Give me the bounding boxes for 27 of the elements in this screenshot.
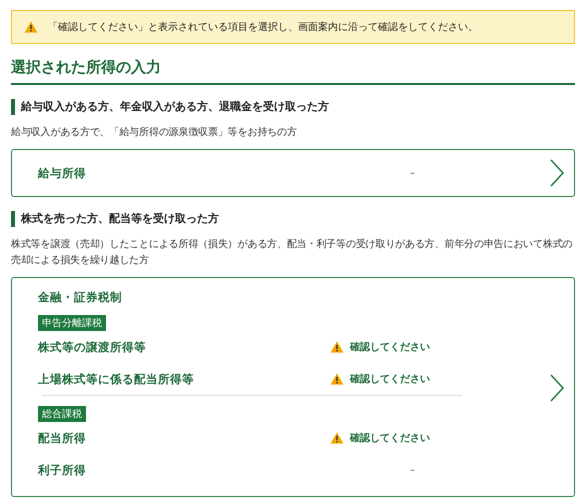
alert-text: 「確認してください」と表示されている項目を選択し、画面案内に沿って確認をしてください。 xyxy=(48,20,478,34)
card-title: 金融・証券税制 xyxy=(38,290,123,305)
income-label: 株式等の譲渡所得等 xyxy=(38,340,147,354)
chevron-right-icon xyxy=(550,374,564,402)
status-text: – xyxy=(410,464,415,476)
income-card[interactable]: 給与所得 – xyxy=(11,149,575,197)
section-heading: 株式を売った方、配当等を受け取った方 xyxy=(11,211,575,227)
warning-icon xyxy=(24,21,38,33)
section-description: 給与収入がある方で、「給与所得の源泉徴収票」等をお持ちの方 xyxy=(11,126,298,140)
section-heading: 給与収入がある方、年金収入がある方、退職金を受け取った方 xyxy=(11,99,575,115)
chevron-right-icon xyxy=(550,159,564,187)
tax-tag: 総合課税 xyxy=(38,406,86,422)
income-label: 給与所得 xyxy=(38,166,87,180)
income-card[interactable]: 金融・証券税制 申告分離課税 株式等の譲渡所得等 確認してください 上場株式等に係る配当所得等 確認してください 総合課税 配当所得 確認してください 利子所得 – xyxy=(11,277,575,497)
status-text: 確認してください xyxy=(350,432,430,445)
income-label: 利子所得 xyxy=(38,462,87,478)
income-label: 配当所得 xyxy=(38,430,87,446)
warning-icon xyxy=(330,432,344,444)
tax-tag: 申告分離課税 xyxy=(38,315,106,331)
section-description: 株式等を譲渡（売却）したことによる所得（損失）がある方、配当・利子等の受け取りがある方、前年分の申告において株式の売却による損失を繰り越した方 xyxy=(11,238,574,268)
income-label: 上場株式等に係る配当所得等 xyxy=(38,372,195,386)
page-title: 選択された所得の入力 xyxy=(11,58,575,85)
warning-icon xyxy=(330,341,344,353)
status-text: 確認してください xyxy=(350,340,430,354)
status-text: 確認してください xyxy=(350,372,430,386)
status-text: – xyxy=(410,168,415,178)
warning-icon xyxy=(330,373,344,385)
